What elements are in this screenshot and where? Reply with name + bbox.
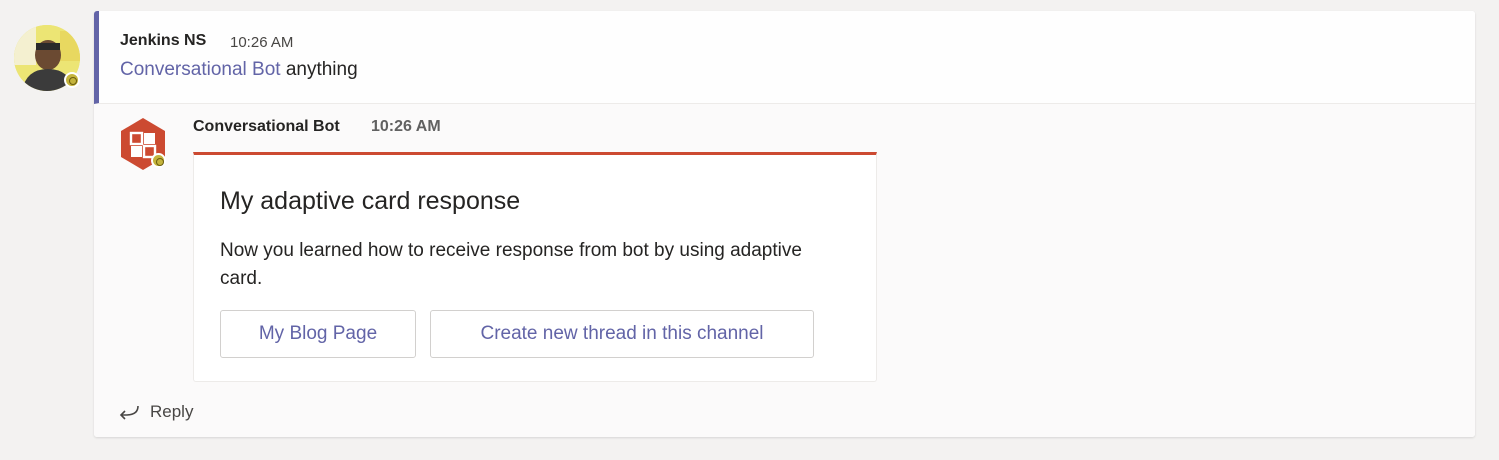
root-message: Jenkins NS 10:26 AM Conversational Bot a…	[94, 11, 1475, 104]
bot-mention[interactable]: Conversational Bot	[120, 59, 281, 80]
my-blog-page-button[interactable]: My Blog Page	[220, 310, 416, 358]
teams-channel-view: Jenkins NS 10:26 AM Conversational Bot a…	[0, 0, 1499, 460]
card-title: My adaptive card response	[220, 187, 521, 215]
root-message-text: anything	[280, 59, 358, 80]
reply-button[interactable]: Reply	[118, 402, 193, 422]
card-text: Now you learned how to receive response …	[220, 240, 802, 289]
root-timestamp: 10:26 AM	[230, 34, 294, 51]
bot-sender-name[interactable]: Conversational Bot	[193, 118, 340, 136]
user-presence-icon	[64, 72, 80, 88]
root-sender-name[interactable]: Jenkins NS	[120, 32, 206, 50]
reply-label: Reply	[150, 402, 194, 421]
root-message-body: Conversational Bot anything	[120, 59, 358, 81]
reply-arrow-icon	[119, 405, 139, 420]
bot-presence-icon	[151, 153, 166, 168]
create-new-thread-button[interactable]: Create new thread in this channel	[430, 310, 814, 358]
bot-timestamp: 10:26 AM	[371, 118, 441, 135]
adaptive-card: My adaptive card response Now you learne…	[193, 152, 877, 382]
